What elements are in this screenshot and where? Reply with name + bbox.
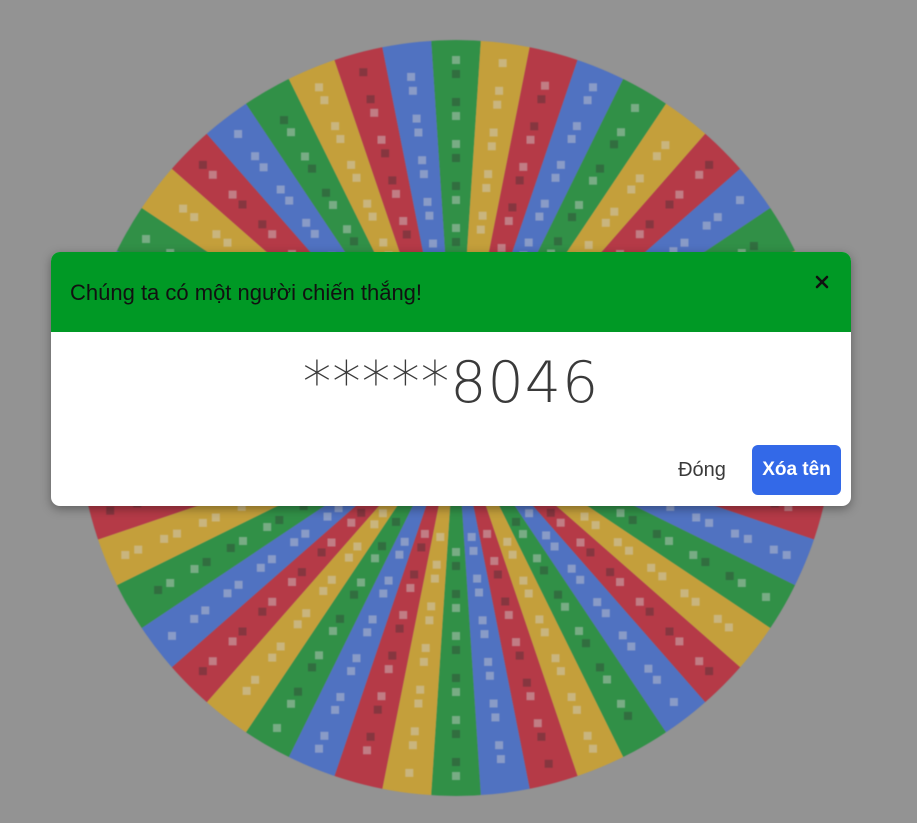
close-button[interactable]: Đóng: [663, 445, 741, 495]
remove-name-button[interactable]: Xóa tên: [752, 445, 841, 495]
dialog-header: Chúng ta có một người chiến thắng!: [51, 252, 851, 332]
winner-dialog: Chúng ta có một người chiến thắng! *****…: [51, 252, 851, 506]
dialog-title: Chúng ta có một người chiến thắng!: [70, 280, 423, 305]
app-stage: Chúng ta có một người chiến thắng! *****…: [0, 0, 917, 823]
winner-name: *****8046: [302, 350, 600, 416]
close-icon[interactable]: [808, 268, 836, 296]
